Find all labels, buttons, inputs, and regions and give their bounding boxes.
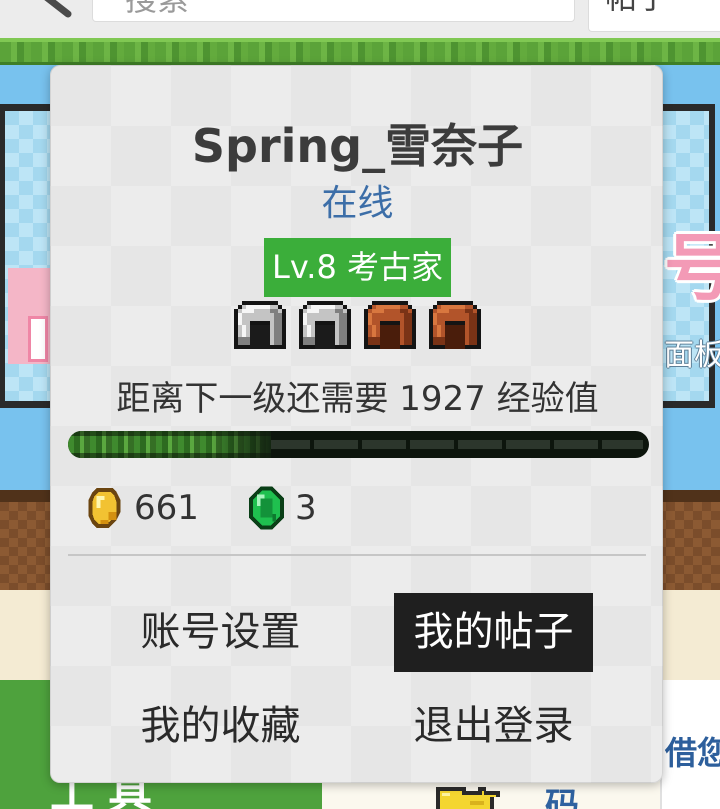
hand-icon (430, 783, 512, 809)
banner-right-title: 号 (664, 226, 720, 310)
gold-nugget-icon (88, 488, 121, 528)
emerald-icon (249, 486, 284, 530)
search-input[interactable]: 搜索 (92, 0, 575, 22)
banner-right-caption: 面板 (662, 336, 720, 376)
search-scope-label: 帖子 (605, 0, 669, 17)
search-placeholder: 搜索 (125, 0, 189, 19)
online-status: 在线 (321, 183, 394, 224)
right-section-heading: 借您 (665, 733, 720, 773)
emerald-amount: 3 (295, 488, 317, 528)
gold-amount: 661 (134, 488, 199, 528)
right-section-heading-text: 借您 (665, 734, 720, 772)
menu-my-posts[interactable]: 我的帖子 (394, 593, 593, 672)
user-profile-card: Spring_雪奈子 在线 Lv.8 考古家 距离下一级还需要 1927 经验值… (50, 65, 663, 783)
level-badge: Lv.8 考古家 (264, 238, 451, 297)
iron-helmet-icon (234, 301, 286, 349)
card-divider (68, 554, 646, 556)
level-badge-row: Lv.8 考古家 (51, 238, 662, 297)
iron-helmet-icon (299, 301, 351, 349)
level-icons (51, 301, 662, 351)
exp-progress-fill (68, 431, 272, 458)
menu-logout[interactable]: 退出登录 (394, 687, 593, 766)
leather-helmet-icon (364, 301, 416, 349)
grass-strip (0, 38, 720, 65)
banner-right-caption-text: 面板 (664, 338, 720, 373)
page: 搜索 帖子 号 面板 工具 码 借您 Spring_雪奈子 在线 (0, 0, 720, 809)
menu-my-favorites[interactable]: 我的收藏 (121, 687, 320, 766)
username: Spring_雪奈子 (191, 119, 524, 173)
bottom-link-text[interactable]: 码 (545, 786, 590, 809)
banner-left-mark (28, 316, 48, 362)
banner-right-title-text: 号 (664, 226, 720, 310)
menu-account-settings[interactable]: 账号设置 (121, 593, 320, 672)
search-scope-select[interactable]: 帖子 (588, 0, 720, 32)
bottom-link-label: 码 (545, 786, 579, 809)
search-icon[interactable] (6, 0, 76, 20)
leather-helmet-icon (429, 301, 481, 349)
exp-progress-bar (68, 431, 649, 458)
exp-remaining-text: 距离下一级还需要 1927 经验值 (116, 379, 599, 419)
